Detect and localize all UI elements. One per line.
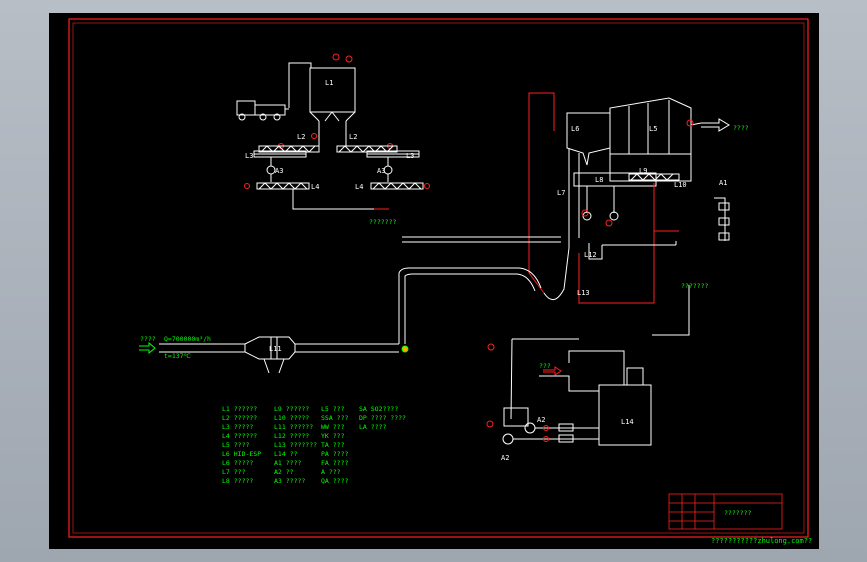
legend-item: PA ???? (321, 450, 348, 458)
inlet-arrow-icon (139, 341, 156, 355)
label-a3-right: A3 (377, 167, 385, 175)
label-l3-left: L3 (245, 152, 253, 160)
label-l4-right: L4 (355, 183, 363, 191)
legend-item: SA SO2???? (359, 405, 398, 413)
legend-item: L3 ????? (222, 423, 253, 431)
legend-item: L4 ?????? (222, 432, 257, 440)
label-l5: L5 (649, 125, 657, 133)
screw-conveyor-l4 (256, 182, 424, 210)
inner-border (72, 22, 805, 534)
l4-outlet-label: ??????? (369, 218, 396, 226)
legend: L1 ?????? L2 ?????? L3 ????? L4 ?????? L… (222, 405, 406, 485)
legend-item: L12 ????? (274, 432, 309, 440)
legend-item: L9 ?????? (274, 405, 309, 413)
blower-a3 (266, 157, 393, 182)
label-l10: L10 (674, 181, 687, 189)
label-l8: L8 (595, 176, 603, 184)
label-a1: A1 (719, 179, 727, 187)
side-arrow-label: ??? (539, 362, 551, 370)
label-l9: L9 (639, 167, 647, 175)
legend-item: FA ???? (321, 459, 348, 467)
process-flow-diagram: L1 L2 L2 L3 L3 A3 A3 L4 L4 ??????? L5 ??… (68, 18, 812, 545)
legend-item: QA ???? (321, 477, 348, 485)
legend-item: SSA ??? (321, 414, 348, 422)
inlet-flow: Q=700000m³/h (164, 335, 211, 343)
pumps-a2 (502, 407, 599, 445)
legend-item: L8 ????? (222, 477, 253, 485)
drawing-sheet: L1 L2 L2 L3 L3 A3 A3 L4 L4 ??????? L5 ??… (49, 13, 819, 549)
legend-item: L13 ??????? (274, 441, 317, 449)
label-l3-right: L3 (406, 152, 414, 160)
outlet-label: ???? (733, 124, 749, 132)
label-l13: L13 (577, 289, 590, 297)
legend-item: A ??? (321, 468, 341, 476)
legend-item: L2 ?????? (222, 414, 257, 422)
legend-item: L6 HID-ESP (222, 450, 261, 458)
legend-item: A2 ?? (274, 468, 294, 476)
conveyor-l9 (628, 173, 680, 181)
legend-item: L7 ??? (222, 468, 246, 476)
legend-item: L6 ????? (222, 459, 253, 467)
main-duct (295, 236, 677, 353)
junction-marker (401, 345, 409, 353)
red-loops-bottom (486, 343, 549, 442)
label-l4-left: L4 (311, 183, 319, 191)
inlet-temp: t=137℃ (164, 352, 192, 360)
legend-item: L10 ????? (274, 414, 309, 422)
legend-item: L5 ???? (222, 441, 249, 449)
legend-item: L5 ??? (321, 405, 345, 413)
legend-item: A1 ???? (274, 459, 301, 467)
cyclone-l6 (566, 112, 611, 166)
signal-lines-right (528, 92, 694, 304)
footer-watermark: ???????????zhulong.com?? (711, 537, 812, 545)
outlet-arrow (701, 118, 730, 132)
label-l12: L12 (584, 251, 597, 259)
title-block-title: ??????? (724, 509, 751, 517)
legend-item: LA ???? (359, 423, 386, 431)
label-a2-top: A2 (537, 416, 545, 424)
label-l6: L6 (571, 125, 579, 133)
label-l7: L7 (557, 189, 565, 197)
tank-truck-icon (236, 100, 289, 121)
instrument-red-circles (244, 53, 430, 189)
legend-item: L11 ?????? (274, 423, 313, 431)
legend-item: DP ???? ???? (359, 414, 406, 422)
label-a2-bottom: A2 (501, 454, 509, 462)
label-l14: L14 (621, 418, 634, 426)
label-l1: L1 (325, 79, 333, 87)
esp-l5 (609, 97, 702, 182)
legend-item: YK ??? (321, 432, 345, 440)
label-l11: L11 (269, 345, 282, 353)
legend-item: TA ??? (321, 441, 345, 449)
silo-l1 (288, 62, 356, 128)
legend-item: L14 ?? (274, 450, 298, 458)
legend-item: A3 ????? (274, 477, 305, 485)
label-a3-left: A3 (275, 167, 283, 175)
outer-border (68, 18, 809, 538)
a1-units (714, 197, 730, 241)
legend-item: L1 ?????? (222, 405, 257, 413)
label-l2-right: L2 (349, 133, 357, 141)
legend-item: WW ??? (321, 423, 345, 431)
label-l2-left: L2 (297, 133, 305, 141)
duct-l7 (568, 148, 580, 248)
inlet-arrow-label: ???? (140, 335, 156, 343)
steam-label: ??????? (681, 282, 708, 290)
